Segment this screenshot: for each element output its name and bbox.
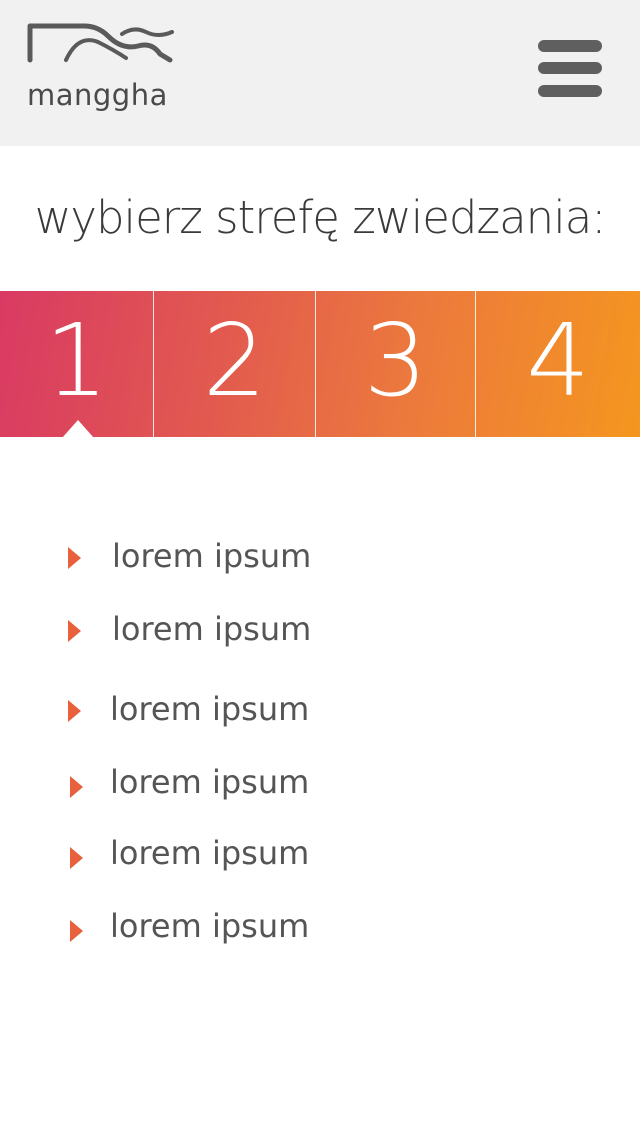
zone-tab-4[interactable]: 4: [476, 291, 640, 437]
zone-number: 1: [44, 302, 109, 419]
list-item-label: lorem ipsum: [110, 690, 310, 728]
menu-button[interactable]: [538, 40, 602, 100]
play-arrow-icon: [68, 547, 81, 569]
logo-text: manggha: [27, 78, 168, 112]
list-item[interactable]: lorem ipsum: [0, 827, 640, 877]
page-title: wybierz strefę zwiedzania:: [34, 191, 607, 244]
list-item[interactable]: lorem ipsum: [0, 603, 640, 653]
manggha-logo[interactable]: manggha: [26, 20, 176, 112]
list-item-label: lorem ipsum: [112, 537, 312, 575]
hamburger-menu-icon: [538, 40, 602, 52]
list-item-label: lorem ipsum: [110, 763, 310, 801]
list-item[interactable]: lorem ipsum: [0, 530, 640, 580]
logo-wave-icon: [27, 23, 174, 63]
list-item-label: lorem ipsum: [110, 907, 310, 945]
zone-number: 4: [526, 302, 590, 419]
list-item[interactable]: lorem ipsum: [0, 900, 640, 950]
zone-tab-1[interactable]: 1: [0, 291, 153, 437]
play-arrow-icon: [68, 620, 81, 642]
play-arrow-icon: [70, 776, 83, 798]
list-item[interactable]: lorem ipsum: [0, 683, 640, 733]
zone-number: 2: [202, 302, 267, 419]
app-header: manggha: [0, 0, 640, 146]
zone-tab-2[interactable]: 2: [154, 291, 315, 437]
selected-zone-pointer: [62, 420, 94, 438]
hamburger-menu-icon-bar: [538, 85, 602, 97]
play-arrow-icon: [70, 920, 83, 942]
play-arrow-icon: [70, 847, 83, 869]
play-arrow-icon: [68, 700, 81, 722]
zone-tab-3[interactable]: 3: [316, 291, 475, 437]
list-item-label: lorem ipsum: [110, 834, 310, 872]
list-item[interactable]: lorem ipsum: [0, 756, 640, 806]
hamburger-menu-icon-bar: [538, 62, 602, 74]
list-item-label: lorem ipsum: [112, 610, 312, 648]
zone-number: 3: [363, 302, 428, 419]
zone-selector: 1 2 3 4: [0, 291, 640, 437]
